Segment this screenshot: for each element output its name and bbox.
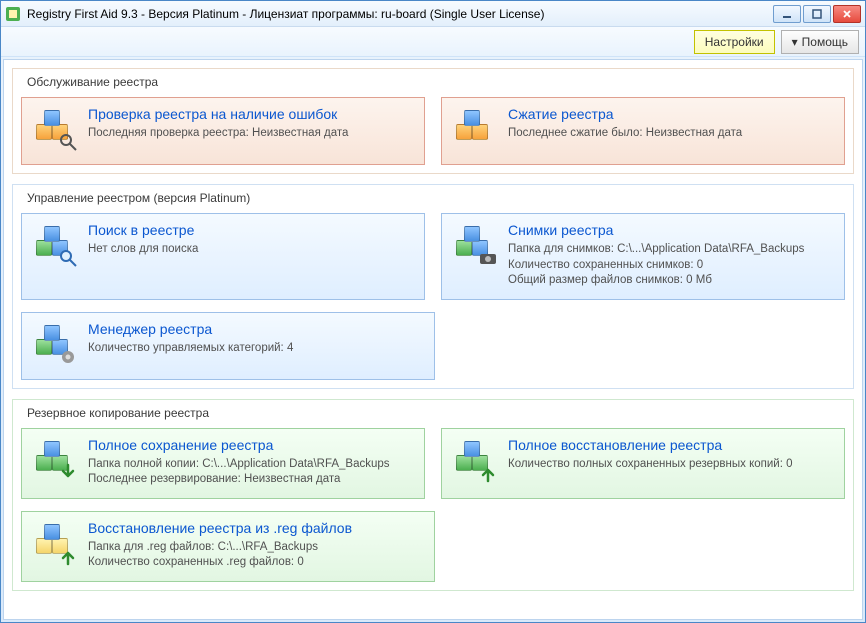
card-reg-restore-line2: Количество сохраненных .reg файлов: 0 xyxy=(88,555,424,571)
window-controls xyxy=(773,5,861,23)
card-compress-line1: Последнее сжатие было: Неизвестная дата xyxy=(508,126,834,142)
card-snapshots-line3: Общий размер файлов снимков: 0 Мб xyxy=(508,273,834,289)
card-full-restore-title: Полное восстановление реестра xyxy=(508,437,834,453)
card-full-save[interactable]: Полное сохранение реестра Папка полной к… xyxy=(21,428,425,499)
card-search-title: Поиск в реестре xyxy=(88,222,414,238)
card-full-save-line2: Последнее резервирование: Неизвестная да… xyxy=(88,472,414,488)
card-snapshots-line1: Папка для снимков: C:\...\Application Da… xyxy=(508,242,834,258)
card-scan-registry[interactable]: Проверка реестра на наличие ошибок После… xyxy=(21,97,425,165)
card-manager-title: Менеджер реестра xyxy=(88,321,424,337)
arrow-up-icon xyxy=(450,437,498,485)
settings-label: Настройки xyxy=(705,35,764,49)
help-button[interactable]: ▾ Помощь xyxy=(781,30,859,54)
search-icon xyxy=(30,222,78,270)
client-area: Обслуживание реестра Проверка реестра на… xyxy=(3,59,863,620)
section-maintenance-title: Обслуживание реестра xyxy=(23,75,162,89)
app-icon xyxy=(5,6,21,22)
file-reg-icon xyxy=(30,520,78,568)
section-manage-title: Управление реестром (версия Platinum) xyxy=(23,191,254,205)
minimize-button[interactable] xyxy=(773,5,801,23)
card-snapshots-title: Снимки реестра xyxy=(508,222,834,238)
card-scan-line1: Последняя проверка реестра: Неизвестная … xyxy=(88,126,414,142)
card-search-registry[interactable]: Поиск в реестре Нет слов для поиска xyxy=(21,213,425,300)
card-compress-registry[interactable]: Сжатие реестра Последнее сжатие было: Не… xyxy=(441,97,845,165)
arrow-down-icon xyxy=(30,437,78,485)
section-maintenance: Обслуживание реестра Проверка реестра на… xyxy=(12,68,854,174)
app-window: Registry First Aid 9.3 - Версия Platinum… xyxy=(0,0,866,623)
card-registry-manager[interactable]: Менеджер реестра Количество управляемых … xyxy=(21,312,435,380)
card-snapshots[interactable]: Снимки реестра Папка для снимков: C:\...… xyxy=(441,213,845,300)
card-reg-restore-line1: Папка для .reg файлов: C:\...\RFA_Backup… xyxy=(88,540,424,556)
chevron-down-icon: ▾ xyxy=(792,35,798,49)
gear-icon xyxy=(30,321,78,369)
camera-icon xyxy=(450,222,498,270)
settings-button[interactable]: Настройки xyxy=(694,30,775,54)
card-reg-restore-title: Восстановление реестра из .reg файлов xyxy=(88,520,424,536)
help-label: Помощь xyxy=(802,35,848,49)
card-compress-title: Сжатие реестра xyxy=(508,106,834,122)
window-title: Registry First Aid 9.3 - Версия Platinum… xyxy=(27,7,773,21)
section-manage: Управление реестром (версия Platinum) По… xyxy=(12,184,854,389)
close-button[interactable] xyxy=(833,5,861,23)
card-scan-title: Проверка реестра на наличие ошибок xyxy=(88,106,414,122)
compress-icon xyxy=(450,106,498,154)
card-full-save-title: Полное сохранение реестра xyxy=(88,437,414,453)
toolbar: Настройки ▾ Помощь xyxy=(1,27,865,57)
titlebar: Registry First Aid 9.3 - Версия Platinum… xyxy=(1,1,865,27)
card-snapshots-line2: Количество сохраненных снимков: 0 xyxy=(508,258,834,274)
section-backup-title: Резервное копирование реестра xyxy=(23,406,213,420)
scan-icon xyxy=(30,106,78,154)
card-manager-line1: Количество управляемых категорий: 4 xyxy=(88,341,424,357)
card-reg-restore[interactable]: Восстановление реестра из .reg файлов Па… xyxy=(21,511,435,582)
section-backup: Резервное копирование реестра Полное сох… xyxy=(12,399,854,591)
card-search-line1: Нет слов для поиска xyxy=(88,242,414,258)
card-full-save-line1: Папка полной копии: C:\...\Application D… xyxy=(88,457,414,473)
card-full-restore-line1: Количество полных сохраненных резервных … xyxy=(508,457,834,473)
maximize-button[interactable] xyxy=(803,5,831,23)
card-full-restore[interactable]: Полное восстановление реестра Количество… xyxy=(441,428,845,499)
